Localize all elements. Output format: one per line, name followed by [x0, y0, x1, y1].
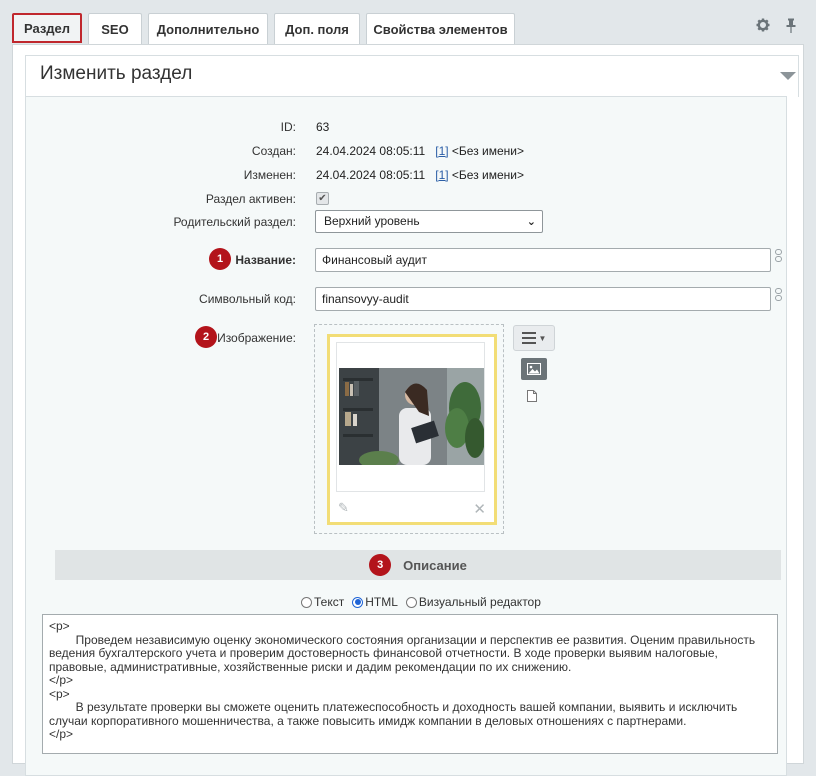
mode-text-option[interactable]: Текст: [301, 595, 344, 609]
transliterate-link-icon[interactable]: [772, 249, 784, 271]
image-from-medialib-button[interactable]: [521, 358, 547, 380]
image-label: Изображение:: [217, 331, 296, 345]
parent-select[interactable]: Верхний уровень ⌄: [315, 210, 543, 233]
gear-icon[interactable]: [756, 18, 770, 37]
panel-header: Изменить раздел: [25, 55, 799, 97]
created-value: 24.04.2024 08:05:11 [1] <Без имени>: [316, 144, 524, 158]
file-icon[interactable]: [527, 390, 537, 405]
modified-label: Изменен:: [243, 168, 296, 182]
image-card[interactable]: ✎ ✕: [327, 334, 497, 525]
section-photo: [339, 368, 484, 465]
close-icon[interactable]: ✕: [473, 500, 486, 518]
tab-section[interactable]: Раздел: [12, 13, 82, 43]
modified-value: 24.04.2024 08:05:11 [1] <Без имени>: [316, 168, 524, 182]
collapse-arrow-icon[interactable]: [780, 72, 796, 80]
image-preview: [336, 342, 485, 492]
created-user-name: <Без имени>: [451, 144, 525, 158]
mode-visual-option[interactable]: Визуальный редактор: [405, 595, 541, 609]
image-menu-button[interactable]: ▼: [513, 325, 555, 351]
pencil-icon[interactable]: ✎: [338, 500, 349, 516]
modified-user-link[interactable]: [1]: [435, 168, 448, 182]
tab-tools: [756, 18, 796, 37]
editor-mode-switch: Текст HTML Визуальный редактор: [301, 595, 545, 609]
form-body: ID: 63 Создан: 24.04.2024 08:05:11 [1] <…: [25, 96, 787, 776]
code-label: Символьный код:: [199, 292, 296, 306]
active-checkbox[interactable]: ✔: [316, 192, 329, 205]
tab-extra-fields[interactable]: Доп. поля: [274, 13, 360, 44]
pin-icon[interactable]: [786, 18, 796, 37]
badge-3: 3: [369, 554, 392, 576]
parent-select-value: Верхний уровень: [324, 214, 420, 228]
parent-label: Родительский раздел:: [173, 215, 296, 229]
created-label: Создан:: [251, 144, 296, 158]
tab-additional[interactable]: Дополнительно: [148, 13, 268, 44]
code-link-icon[interactable]: [772, 288, 784, 310]
code-input[interactable]: finansovyy-audit: [315, 287, 771, 311]
caret-down-icon: ▼: [538, 333, 547, 343]
description-textarea[interactable]: <p> Проведем независимую оценку экономич…: [42, 614, 778, 754]
name-label: Название:: [235, 253, 296, 267]
description-section-title: Описание: [403, 557, 467, 573]
picture-icon: [527, 363, 541, 375]
radio-text[interactable]: [301, 596, 312, 608]
name-input[interactable]: Финансовый аудит: [315, 248, 771, 272]
edit-panel: Изменить раздел ID: 63 Создан: 24.04.202…: [12, 44, 804, 776]
radio-visual[interactable]: [405, 596, 417, 608]
radio-html[interactable]: [352, 596, 364, 608]
page-title: Изменить раздел: [40, 63, 193, 84]
modified-user-name: <Без имени>: [451, 168, 525, 182]
tab-element-properties[interactable]: Свойства элементов: [366, 13, 515, 44]
image-dropzone[interactable]: ✎ ✕: [314, 324, 504, 534]
description-section-header: 3 Описание: [55, 550, 781, 580]
tab-seo[interactable]: SEO: [88, 13, 142, 44]
id-label: ID:: [280, 120, 296, 134]
created-user-link[interactable]: [1]: [435, 144, 448, 158]
created-date: 24.04.2024 08:05:11: [316, 144, 426, 158]
modified-date: 24.04.2024 08:05:11: [316, 168, 426, 182]
menu-icon: [521, 332, 536, 344]
mode-html-option[interactable]: HTML: [352, 595, 398, 609]
id-value: 63: [316, 120, 330, 134]
active-label: Раздел активен:: [205, 192, 296, 206]
chevron-down-icon: ⌄: [526, 216, 536, 228]
